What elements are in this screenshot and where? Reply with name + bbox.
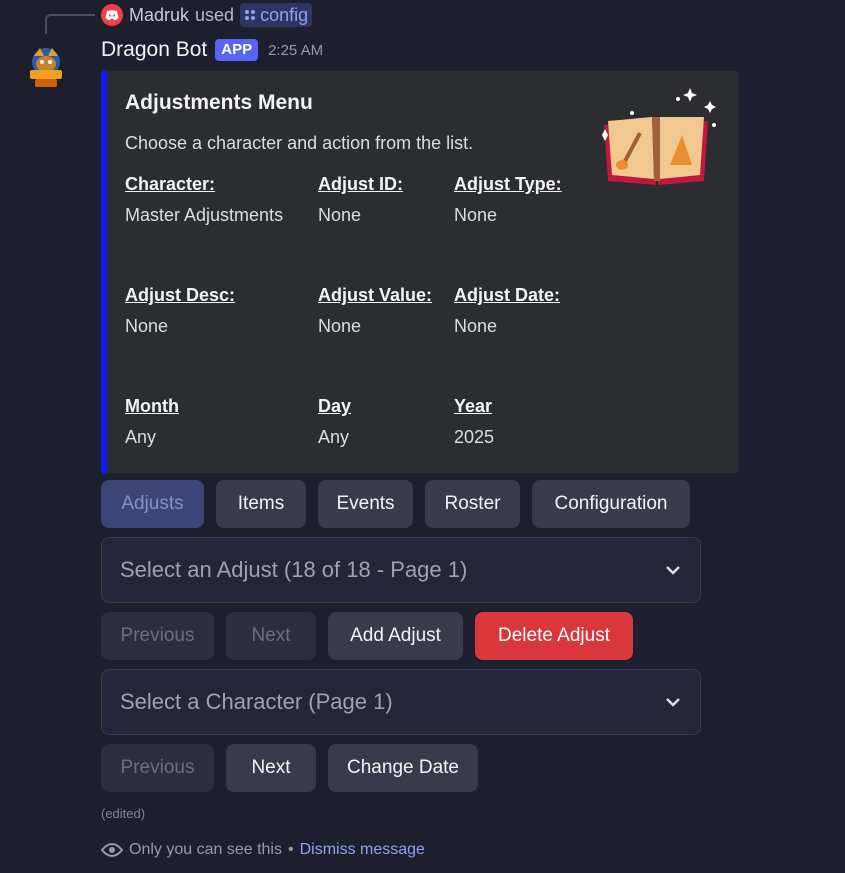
field-label: Adjust Desc:: [125, 285, 236, 305]
embed-field-month: Month Any: [125, 396, 179, 448]
command-icon: [245, 10, 256, 20]
embed-accent-bar: [101, 70, 107, 474]
tab-adjusts-button[interactable]: Adjusts: [101, 480, 204, 528]
bot-name[interactable]: Dragon Bot: [101, 38, 207, 62]
embed-field-adjust-value: Adjust Value: None: [318, 285, 432, 337]
tab-items-button[interactable]: Items: [216, 480, 306, 528]
field-label: Month: [125, 396, 179, 416]
field-value: None: [318, 316, 362, 336]
edited-label: (edited): [101, 806, 146, 821]
ephemeral-text: Only you can see this: [129, 841, 282, 858]
character-next-button[interactable]: Next: [226, 744, 316, 792]
command-mention[interactable]: config: [240, 3, 313, 27]
field-value: Any: [318, 427, 350, 447]
field-value: Any: [125, 427, 157, 447]
embed-field-adjust-type: Adjust Type: None: [454, 174, 562, 226]
embed-field-year: Year 2025: [454, 396, 494, 448]
field-value: 2025: [454, 427, 495, 447]
app-tag: APP: [215, 39, 259, 61]
embed-card: Adjustments Menu Choose a character and …: [101, 70, 739, 474]
delete-adjust-button[interactable]: Delete Adjust: [475, 612, 633, 660]
adjust-select-placeholder: Select an Adjust (18 of 18 - Page 1): [120, 557, 468, 582]
spellbook-thumbnail-icon[interactable]: [592, 85, 722, 195]
adjust-next-button[interactable]: Next: [226, 612, 316, 660]
character-select-placeholder: Select a Character (Page 1): [120, 689, 393, 714]
tab-configuration-button[interactable]: Configuration: [532, 480, 690, 528]
tab-roster-button[interactable]: Roster: [425, 480, 520, 528]
discord-logo-icon: [101, 4, 123, 26]
field-label: Adjust Type:: [454, 174, 562, 194]
field-label: Adjust ID:: [318, 174, 403, 194]
field-label: Character:: [125, 174, 216, 194]
bot-avatar[interactable]: [22, 42, 70, 90]
character-previous-button[interactable]: Previous: [101, 744, 214, 792]
dismiss-message-link[interactable]: Dismiss message: [300, 841, 425, 859]
add-adjust-button[interactable]: Add Adjust: [328, 612, 463, 660]
field-value: Master Adjustments: [125, 205, 284, 225]
embed-description: Choose a character and action from the l…: [125, 133, 474, 153]
adjust-select-dropdown[interactable]: Select an Adjust (18 of 18 - Page 1): [101, 537, 701, 603]
embed-field-adjust-desc: Adjust Desc: None: [125, 285, 235, 337]
reply-connector-line: [45, 14, 95, 34]
adjust-previous-button[interactable]: Previous: [101, 612, 214, 660]
command-name: config: [260, 4, 309, 25]
chevron-down-icon: [666, 698, 680, 707]
embed-field-day: Day Any: [318, 396, 351, 448]
field-value: None: [125, 316, 169, 336]
change-date-button[interactable]: Change Date: [328, 744, 478, 792]
ephemeral-notice: Only you can see this • Dismiss message: [101, 841, 425, 859]
reply-reference[interactable]: Madruk used config: [101, 3, 313, 27]
field-label: Day: [318, 396, 352, 416]
field-value: None: [454, 316, 498, 336]
field-value: None: [318, 205, 362, 225]
embed-field-adjust-id: Adjust ID: None: [318, 174, 403, 226]
embed-field-adjust-date: Adjust Date: None: [454, 285, 560, 337]
reply-used-text: used: [195, 4, 235, 25]
message-timestamp: 2:25 AM: [268, 41, 324, 59]
embed-title: Adjustments Menu: [125, 91, 313, 114]
field-value: None: [454, 205, 498, 225]
character-select-dropdown[interactable]: Select a Character (Page 1): [101, 669, 701, 735]
field-label: Adjust Value:: [318, 285, 433, 305]
ephemeral-separator: •: [287, 841, 294, 858]
field-label: Adjust Date:: [454, 285, 561, 305]
message-header: Dragon Bot APP 2:25 AM: [101, 38, 323, 62]
embed-field-character: Character: Master Adjustments: [125, 174, 283, 226]
field-label: Year: [454, 396, 493, 416]
eye-icon: [101, 843, 123, 857]
tab-events-button[interactable]: Events: [318, 480, 413, 528]
chevron-down-icon: [666, 566, 680, 575]
reply-user-name[interactable]: Madruk: [129, 5, 189, 26]
